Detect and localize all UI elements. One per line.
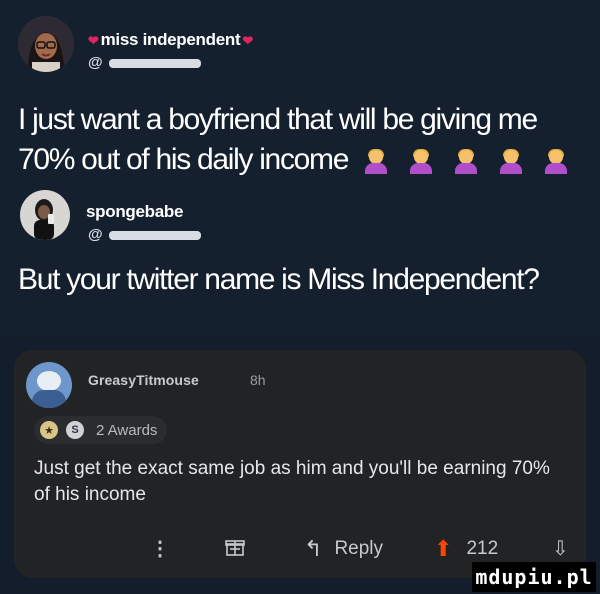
awards-badge[interactable]: ★ S 2 Awards bbox=[34, 416, 168, 444]
woman-tipping-hand-icon bbox=[408, 149, 434, 175]
twitter-screenshot: ❤ miss independent ❤ @ I just want a boyfr… bbox=[0, 0, 600, 335]
woman-tipping-hand-icon bbox=[453, 149, 479, 175]
vote-score: 212 bbox=[466, 538, 499, 559]
reply-button[interactable]: ↰ Reply bbox=[304, 536, 383, 562]
award-icon: ★ bbox=[40, 421, 58, 439]
reply-label: Reply bbox=[334, 538, 384, 559]
tweet-text: But your twitter name is Miss Independen… bbox=[18, 260, 588, 300]
handle[interactable]: @ bbox=[88, 226, 201, 243]
upvote-arrow-icon: ⬆ bbox=[434, 536, 453, 561]
comment-body: Just get the exact same job as him and y… bbox=[34, 458, 550, 505]
watermark-logo: mdupiu.pl bbox=[472, 562, 596, 592]
tweet-text: I just want a boyfriend that will be giv… bbox=[18, 100, 588, 181]
comment-author[interactable]: GreasyTitmouse bbox=[88, 372, 199, 388]
awards-label: 2 Awards bbox=[96, 421, 158, 439]
upvote-button[interactable]: ⬆ 212 bbox=[434, 536, 498, 562]
heart-icon: ❤ bbox=[242, 33, 253, 48]
avatar[interactable] bbox=[26, 362, 72, 408]
handle-at: @ bbox=[88, 226, 103, 243]
display-name[interactable]: spongebabe bbox=[86, 202, 183, 222]
more-options-icon[interactable]: ⋮ bbox=[150, 536, 170, 561]
display-name[interactable]: ❤ miss independent ❤ bbox=[86, 30, 255, 50]
woman-tipping-hand-icon bbox=[498, 149, 524, 175]
display-name-text: miss independent bbox=[100, 30, 241, 49]
display-name-text: spongebabe bbox=[86, 202, 184, 221]
give-award-button[interactable] bbox=[224, 536, 246, 558]
redacted-handle-bar bbox=[108, 230, 201, 240]
heart-icon: ❤ bbox=[88, 33, 99, 48]
avatar[interactable] bbox=[18, 16, 74, 72]
avatar[interactable] bbox=[20, 190, 70, 240]
woman-tipping-hand-icon bbox=[363, 149, 389, 175]
gift-icon bbox=[225, 540, 245, 556]
reply-arrow-icon: ↰ bbox=[304, 536, 323, 561]
emoji-row bbox=[363, 141, 581, 181]
downvote-arrow-icon[interactable]: ⇩ bbox=[552, 536, 569, 561]
handle[interactable]: @ bbox=[88, 54, 201, 71]
silver-award-icon: S bbox=[66, 421, 84, 439]
tweet-text-content: But your twitter name is Miss Independen… bbox=[18, 263, 540, 296]
redacted-handle-bar bbox=[108, 58, 201, 68]
user-avatar-icon bbox=[20, 190, 70, 240]
handle-at: @ bbox=[88, 54, 103, 71]
comment-timestamp: 8h bbox=[250, 372, 266, 388]
reddit-comment-card: GreasyTitmouse 8h ★ S 2 Awards Just get … bbox=[14, 350, 586, 578]
user-avatar-icon bbox=[18, 16, 74, 72]
woman-tipping-hand-icon bbox=[543, 149, 569, 175]
